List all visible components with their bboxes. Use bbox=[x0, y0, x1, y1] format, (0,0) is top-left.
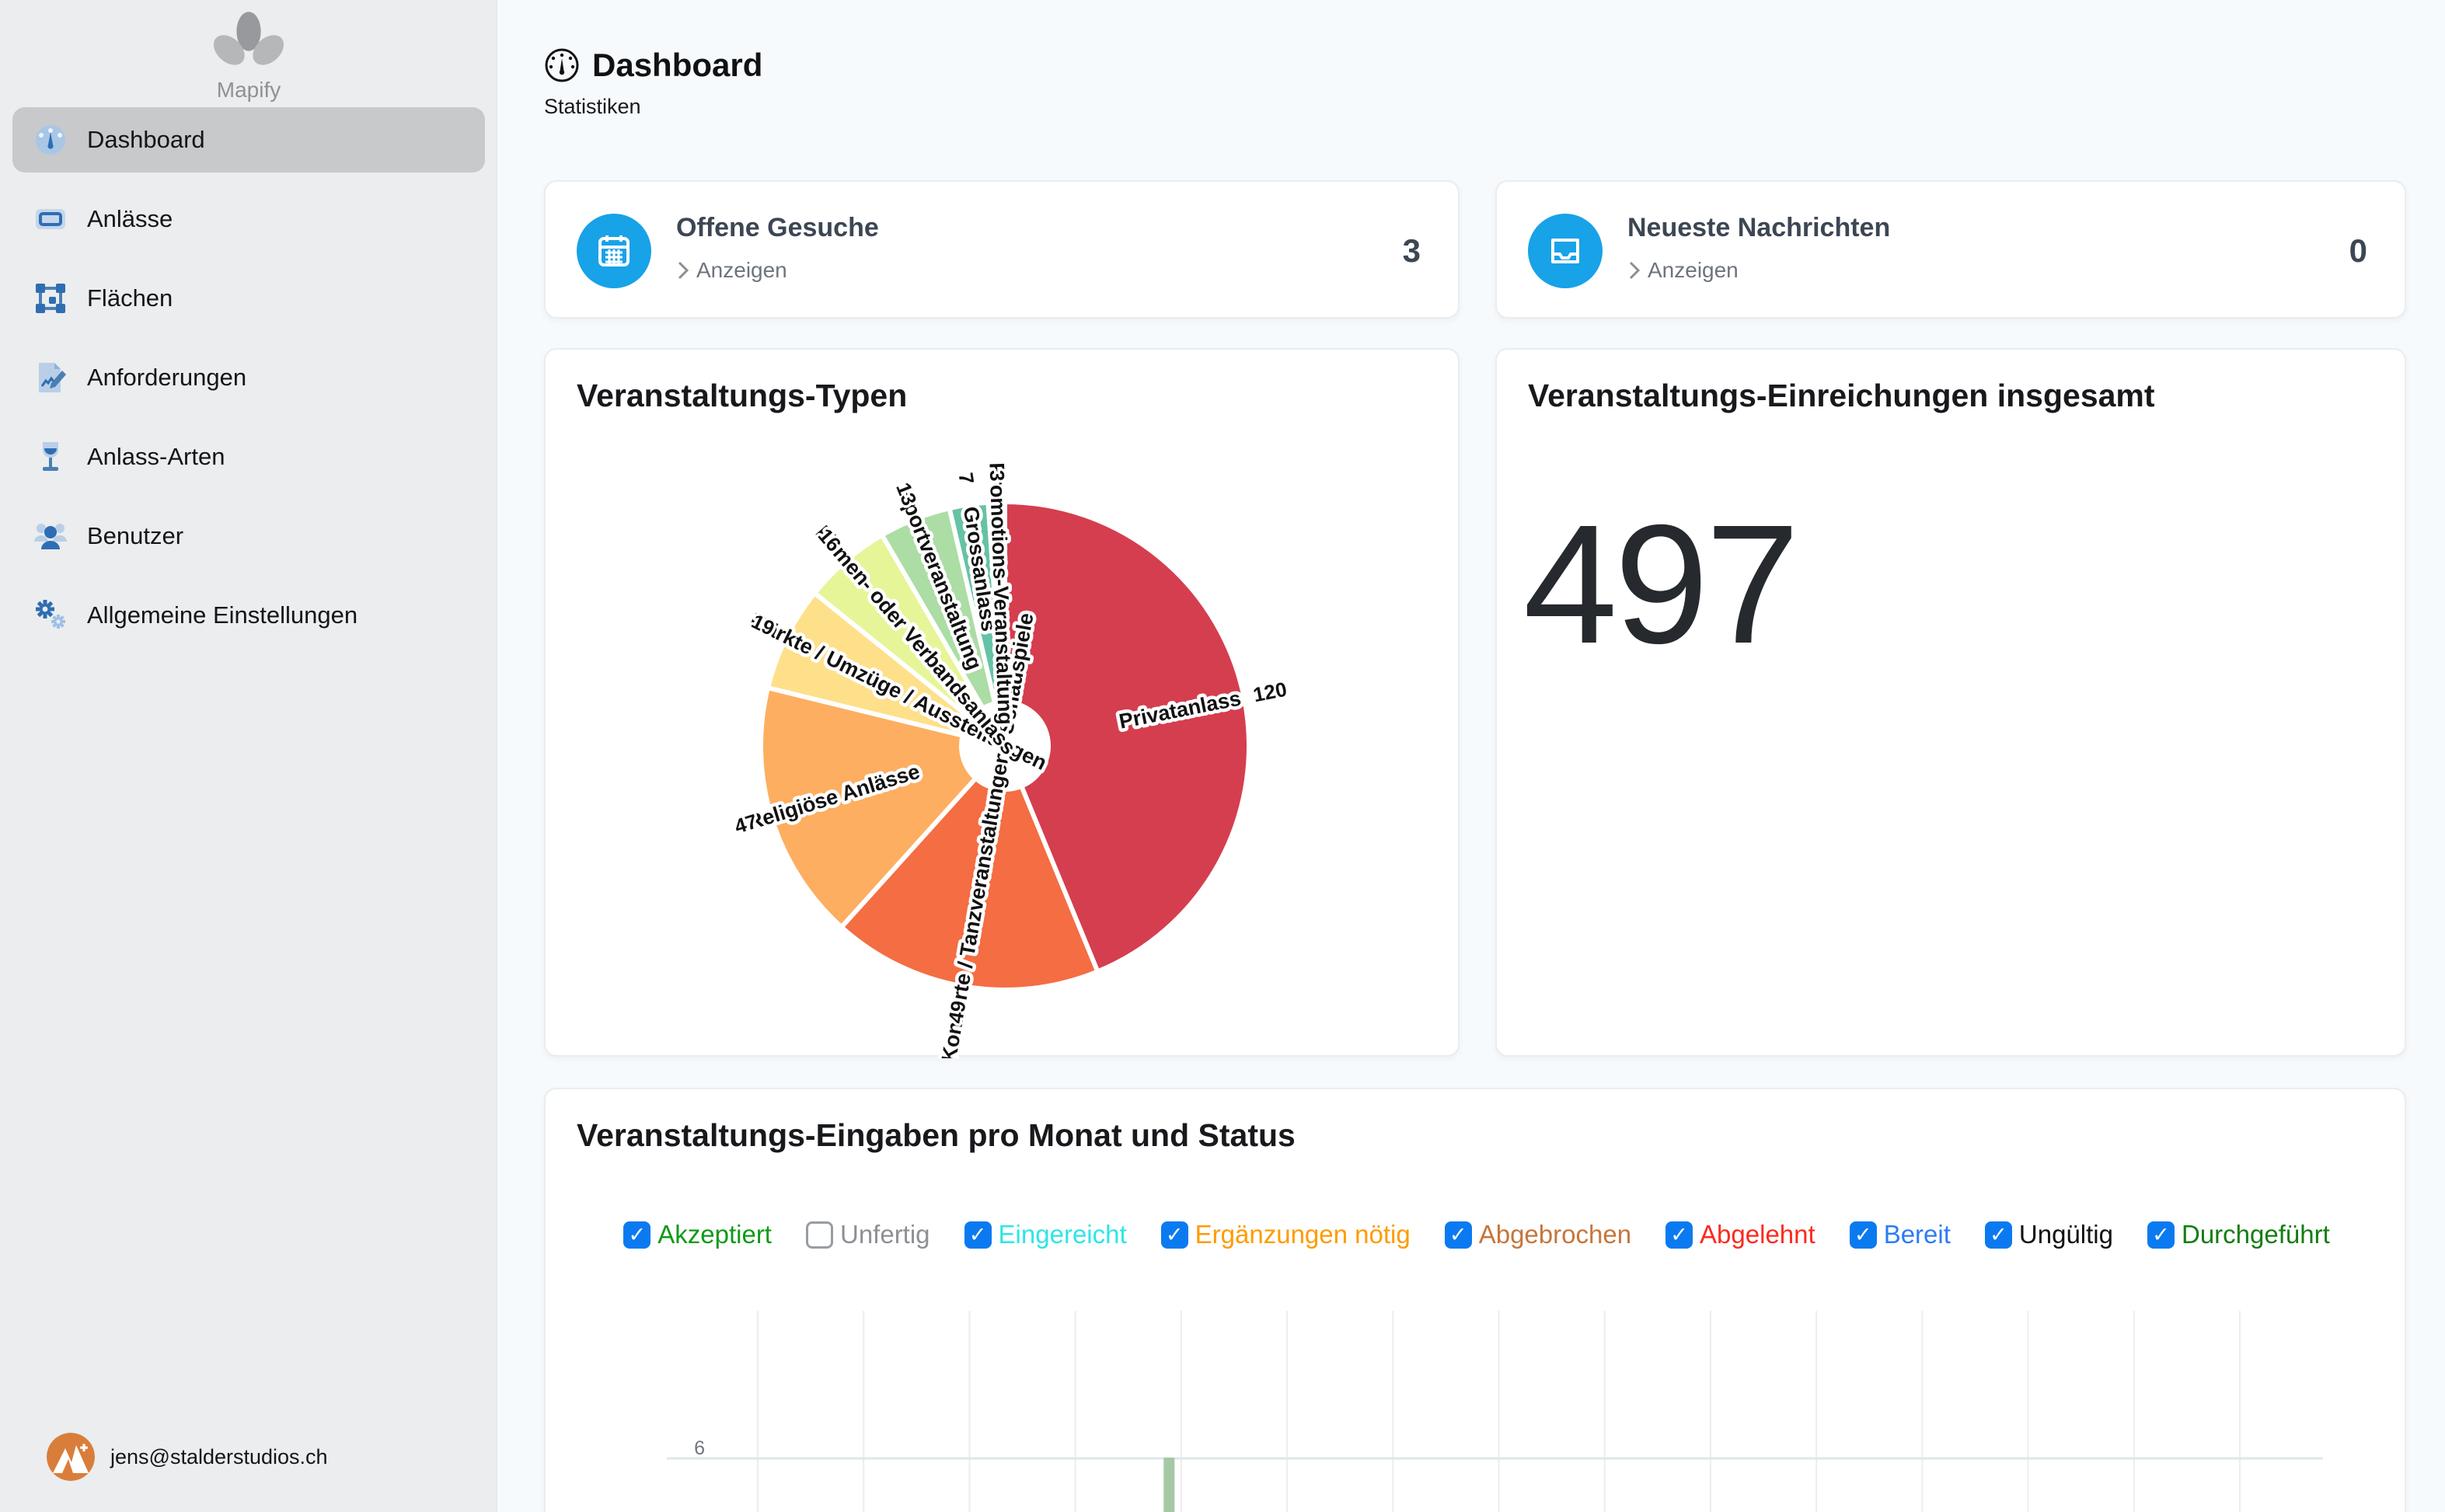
sidebar-item-benutzer[interactable]: Benutzer bbox=[12, 503, 485, 569]
gears-icon bbox=[33, 597, 68, 633]
open-requests-count: 3 bbox=[1403, 182, 1421, 320]
sidebar-item-anforderungen[interactable]: Anforderungen bbox=[12, 345, 485, 410]
mapify-logo-icon bbox=[202, 11, 295, 76]
total-submissions-value: 497 bbox=[1523, 488, 1797, 682]
event-types-pie-chart: Privatanlass120Konzerte / Tanzveranstalt… bbox=[546, 350, 1461, 1058]
sidebar-item-dashboard[interactable]: Dashboard bbox=[12, 107, 485, 172]
app-logo: Mapify bbox=[0, 11, 497, 103]
sidebar-item-allgemeine-einstellungen[interactable]: Allgemeine Einstellungen bbox=[12, 583, 485, 648]
sidebar-item-label: Anlass-Arten bbox=[87, 443, 225, 471]
sidebar-item-label: Flächen bbox=[87, 284, 173, 312]
users-icon bbox=[33, 518, 68, 554]
total-card-title: Veranstaltungs-Einreichungen insgesamt bbox=[1528, 378, 2155, 414]
latest-messages-card: Neueste Nachrichten Anzeigen 0 bbox=[1495, 180, 2406, 319]
sidebar-item-anl-sse[interactable]: Anlässe bbox=[12, 186, 485, 252]
sidebar-item-anlass-arten[interactable]: Anlass-Arten bbox=[12, 424, 485, 489]
user-account-row[interactable]: jens@stalderstudios.ch bbox=[0, 1422, 497, 1492]
sidebar-item-label: Anforderungen bbox=[87, 364, 246, 392]
open-requests-card: Offene Gesuche Anzeigen 3 bbox=[544, 180, 1460, 319]
user-avatar bbox=[47, 1433, 95, 1481]
monthly-status-card: Veranstaltungs-Eingaben pro Monat und St… bbox=[544, 1088, 2406, 1512]
monthly-status-bar-chart: 6 bbox=[546, 1089, 2408, 1512]
chevron-right-icon bbox=[676, 260, 690, 281]
sidebar-item-label: Anlässe bbox=[87, 205, 173, 233]
document-pen-icon bbox=[33, 360, 68, 395]
event-types-card: Veranstaltungs-Typen Privatanlass120Konz… bbox=[544, 348, 1460, 1057]
sidebar-item-label: Dashboard bbox=[87, 126, 205, 154]
wine-glass-icon bbox=[33, 439, 68, 475]
total-submissions-card: Veranstaltungs-Einreichungen insgesamt 4… bbox=[1495, 348, 2406, 1057]
gauge-icon bbox=[33, 122, 68, 158]
pie-label: 7 bbox=[954, 471, 979, 486]
user-email: jens@stalderstudios.ch bbox=[110, 1445, 328, 1469]
ticket-icon bbox=[33, 201, 68, 237]
chevron-right-icon bbox=[1627, 260, 1641, 281]
pie-label: 120 bbox=[1251, 678, 1289, 707]
card-title: Neueste Nachrichten bbox=[1627, 213, 1890, 243]
card-title: Offene Gesuche bbox=[676, 213, 879, 243]
messages-count: 0 bbox=[2349, 182, 2367, 320]
page-subtitle: Statistiken bbox=[544, 95, 762, 119]
pie-label: 49 bbox=[943, 999, 971, 1026]
vector-square-icon bbox=[33, 280, 68, 316]
page-header: Dashboard Statistiken bbox=[544, 47, 762, 119]
show-messages-link[interactable]: Anzeigen bbox=[1627, 258, 1739, 283]
inbox-icon bbox=[1528, 214, 1603, 288]
dashboard-page: Mapify Dashboard Anlässe Flächen Anforderun… bbox=[0, 0, 2445, 1512]
show-open-requests-link[interactable]: Anzeigen bbox=[676, 258, 787, 283]
main-content: Dashboard Statistiken Offene Gesuche bbox=[497, 0, 2445, 1512]
page-title: Dashboard bbox=[592, 47, 762, 84]
calendar-icon bbox=[577, 214, 651, 288]
app-name: Mapify bbox=[0, 78, 497, 103]
y-axis-tick-label: 6 bbox=[694, 1437, 705, 1459]
sidebar-nav: Dashboard Anlässe Flächen Anforderungen Anla… bbox=[0, 107, 497, 662]
sidebar: Mapify Dashboard Anlässe Flächen Anforderun… bbox=[0, 0, 497, 1512]
gauge-icon bbox=[544, 47, 580, 83]
sidebar-item-label: Benutzer bbox=[87, 522, 183, 550]
sidebar-item-fl-chen[interactable]: Flächen bbox=[12, 266, 485, 331]
sidebar-item-label: Allgemeine Einstellungen bbox=[87, 601, 358, 629]
status-bar[interactable] bbox=[1163, 1458, 1174, 1512]
pie-label: 3 bbox=[985, 469, 1009, 481]
